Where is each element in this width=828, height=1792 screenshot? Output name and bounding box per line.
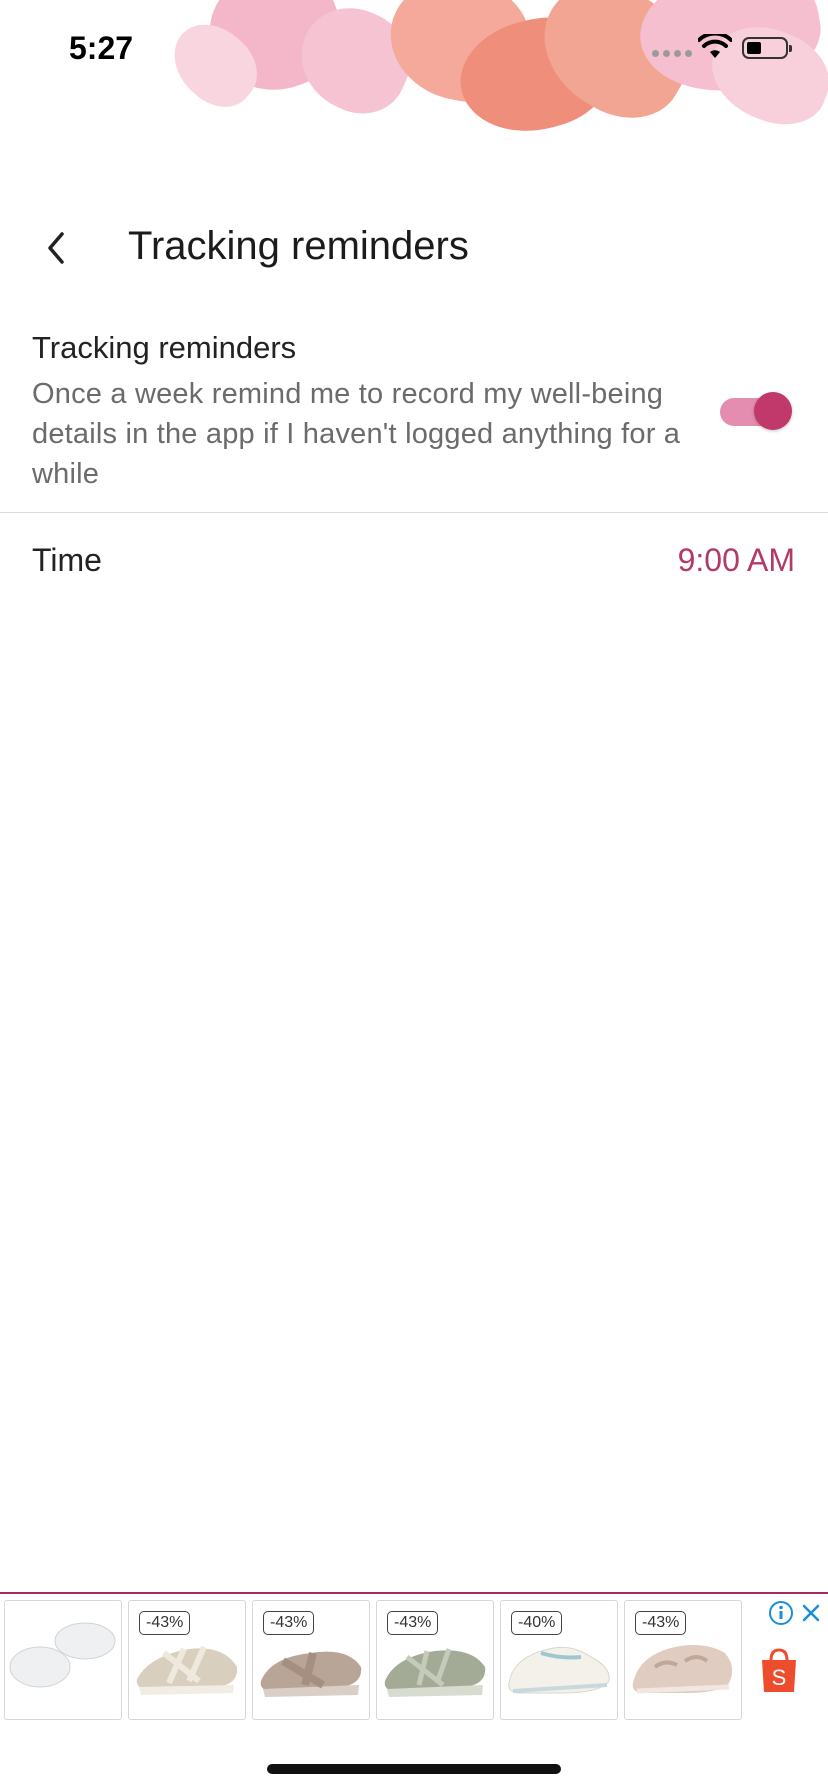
status-time: 5:27 — [69, 30, 134, 66]
discount-badge: -43% — [263, 1611, 315, 1635]
ad-product-green-sandal[interactable]: -43% — [376, 1600, 494, 1720]
page-title: Tracking reminders — [128, 224, 469, 268]
insole-image — [9, 1622, 116, 1688]
discount-badge: -40% — [511, 1611, 563, 1635]
discount-badge: -43% — [635, 1611, 687, 1635]
ad-product-gel-insoles[interactable] — [4, 1600, 122, 1720]
home-indicator — [267, 1764, 561, 1774]
ad-info-icon[interactable] — [768, 1600, 794, 1626]
tracking-reminders-setting: Tracking reminders Once a week remind me… — [0, 320, 828, 513]
shop-letter: S — [772, 1665, 787, 1690]
time-value[interactable]: 9:00 AM — [678, 542, 795, 579]
ad-product-list: -43% -43% -43% -40% -43% — [4, 1600, 742, 1720]
ad-close-icon[interactable] — [798, 1600, 824, 1626]
ad-product-beige-sandal[interactable]: -43% — [128, 1600, 246, 1720]
discount-badge: -43% — [387, 1611, 439, 1635]
ad-banner: -43% -43% -43% -40% -43% S — [0, 1592, 828, 1724]
ad-product-pink-sandal[interactable]: -43% — [624, 1600, 742, 1720]
ad-product-white-sneaker[interactable]: -40% — [500, 1600, 618, 1720]
setting-description: Once a week remind me to record my well-… — [32, 378, 681, 490]
back-chevron-icon[interactable] — [34, 220, 78, 276]
time-label: Time — [32, 542, 102, 578]
tracking-reminders-toggle[interactable] — [718, 390, 792, 430]
discount-badge: -43% — [139, 1611, 191, 1635]
wifi-icon — [698, 34, 732, 58]
setting-title: Tracking reminders — [32, 330, 297, 365]
time-setting-row[interactable]: Time 9:00 AM — [0, 512, 828, 608]
nav-bar: Tracking reminders — [0, 210, 828, 286]
ad-product-taupe-sandal[interactable]: -43% — [252, 1600, 370, 1720]
shopping-bag-icon[interactable]: S — [758, 1646, 800, 1694]
cellular-signal-icon — [652, 50, 692, 57]
toggle-knob — [754, 392, 792, 430]
status-bar: 5:27 — [0, 0, 828, 100]
battery-icon — [742, 37, 792, 59]
